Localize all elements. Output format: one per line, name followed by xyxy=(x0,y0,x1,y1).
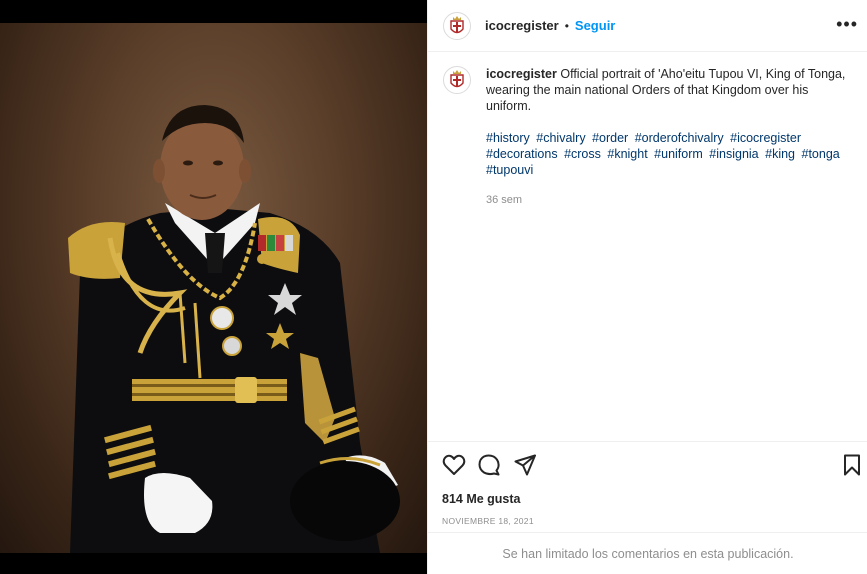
hashtag-link[interactable]: #king xyxy=(765,147,795,161)
instagram-post-modal: icocregister • Seguir ••• icocregister O… xyxy=(0,0,867,574)
hashtag-link[interactable]: #knight xyxy=(607,147,647,161)
hashtag-link[interactable]: #icocregister xyxy=(730,131,801,145)
caption-block: icocregister Official portrait of 'Aho'e… xyxy=(443,66,858,208)
post-side-panel: icocregister • Seguir ••• icocregister O… xyxy=(427,0,867,574)
comment-icon[interactable] xyxy=(478,454,500,481)
profile-avatar[interactable] xyxy=(443,11,471,40)
hashtag-link[interactable]: #order xyxy=(592,131,628,145)
like-count[interactable]: 814 Me gusta xyxy=(442,492,521,506)
follow-button[interactable]: Seguir xyxy=(575,18,615,33)
post-photo[interactable] xyxy=(0,23,427,553)
share-icon[interactable] xyxy=(514,454,536,481)
hashtag-link[interactable]: #orderofchivalry xyxy=(635,131,724,145)
action-bar xyxy=(428,441,867,491)
hashtag-link[interactable]: #history xyxy=(486,131,530,145)
separator-dot: • xyxy=(564,18,569,33)
hashtag-list: #history #chivalry #order #orderofchival… xyxy=(486,130,856,178)
media-panel xyxy=(0,0,427,574)
crest-icon xyxy=(450,15,464,33)
caption-text: icocregister Official portrait of 'Aho'e… xyxy=(486,66,856,114)
hashtag-link[interactable]: #chivalry xyxy=(536,131,585,145)
post-age[interactable]: 36 sem xyxy=(486,192,856,208)
caption-username[interactable]: icocregister xyxy=(486,67,557,81)
comments-limited-notice: Se han limitado los comentarios en esta … xyxy=(428,532,867,574)
post-header: icocregister • Seguir ••• xyxy=(428,0,867,52)
bookmark-icon[interactable] xyxy=(843,454,861,481)
post-date: NOVIEMBRE 18, 2021 xyxy=(442,516,534,526)
heart-icon[interactable] xyxy=(442,454,466,481)
username-link[interactable]: icocregister xyxy=(485,18,559,33)
caption-body: icocregister Official portrait of 'Aho'e… xyxy=(486,66,856,208)
more-options-icon[interactable]: ••• xyxy=(836,14,858,34)
crest-icon xyxy=(450,70,464,88)
portrait-illustration xyxy=(68,105,400,553)
caption-avatar[interactable] xyxy=(443,66,471,94)
hashtag-link[interactable]: #cross xyxy=(564,147,601,161)
hashtag-link[interactable]: #insignia xyxy=(709,147,758,161)
hashtag-link[interactable]: #tupouvi xyxy=(486,163,533,177)
hashtag-link[interactable]: #decorations xyxy=(486,147,558,161)
hashtag-link[interactable]: #tonga xyxy=(802,147,840,161)
hashtag-link[interactable]: #uniform xyxy=(654,147,703,161)
